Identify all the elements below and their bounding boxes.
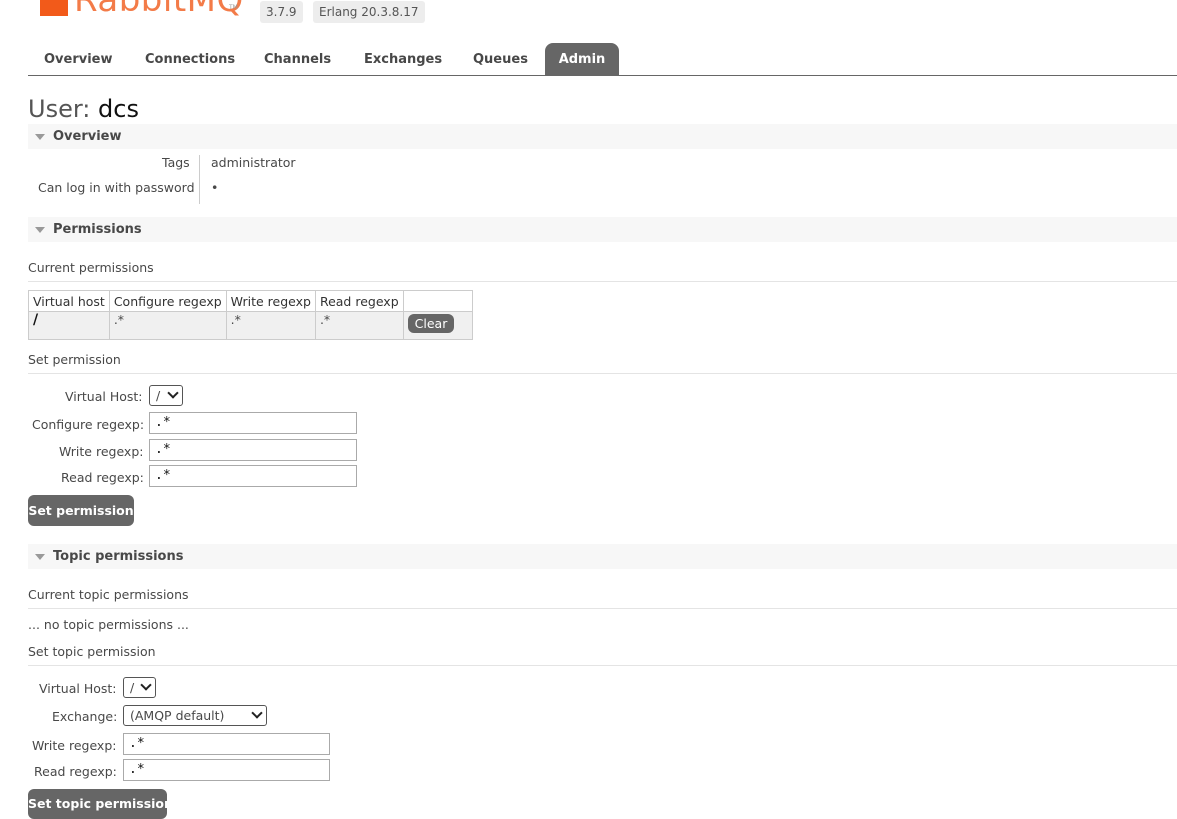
topic-vhost-select-value: / — [130, 680, 135, 695]
set-topic-permission-button[interactable]: Set topic permission — [28, 789, 173, 819]
column-header-vhost: Virtual host — [28, 290, 110, 312]
collapse-triangle-icon — [35, 227, 45, 233]
vhost-select-value: / — [156, 388, 161, 403]
tab-overview[interactable]: Overview — [44, 43, 113, 75]
read-regexp-input[interactable]: .* — [149, 465, 357, 487]
topic-read-regexp-label: Read regexp: — [34, 764, 117, 779]
column-header-read: Read regexp — [314, 290, 404, 312]
login-value: • — [211, 180, 219, 195]
current-topic-permissions-heading: Current topic permissions — [28, 587, 1177, 609]
column-header-action — [402, 290, 473, 312]
login-label: Can log in with password — [38, 180, 195, 195]
tags-label: Tags — [162, 155, 190, 170]
tab-admin[interactable]: Admin — [545, 43, 619, 75]
set-topic-permission-heading: Set topic permission — [28, 644, 1177, 666]
chevron-down-icon — [140, 679, 152, 691]
permissions-table: Virtual host Configure regexp Write rege… — [28, 290, 473, 340]
overview-section-header[interactable]: Overview — [28, 124, 1177, 149]
topic-vhost-select[interactable]: / — [123, 677, 156, 698]
rabbitmq-logo-icon — [40, 0, 68, 16]
set-permission-button[interactable]: Set permission — [28, 495, 134, 526]
tab-exchanges[interactable]: Exchanges — [364, 43, 442, 75]
permissions-section-header[interactable]: Permissions — [28, 217, 1177, 242]
chevron-down-icon — [251, 707, 263, 719]
topic-permissions-section-title: Topic permissions — [53, 549, 184, 564]
current-permissions-heading: Current permissions — [28, 260, 1177, 282]
page-title-prefix: User: — [28, 95, 91, 123]
topic-vhost-label: Virtual Host: — [39, 681, 117, 696]
tags-value: administrator — [211, 155, 296, 170]
topic-write-regexp-label: Write regexp: — [32, 738, 117, 753]
exchange-select-value: (AMQP default) — [130, 708, 225, 723]
collapse-triangle-icon — [35, 134, 45, 140]
page-title-username: dcs — [98, 95, 139, 123]
table-header-row: Virtual host Configure regexp Write rege… — [28, 290, 473, 312]
column-header-configure: Configure regexp — [108, 290, 227, 312]
erlang-version-badge: Erlang 20.3.8.17 — [313, 1, 425, 23]
vhost-select[interactable]: / — [149, 385, 183, 406]
configure-regexp-label: Configure regexp: — [32, 417, 145, 432]
write-regexp-label: Write regexp: — [59, 444, 144, 459]
read-regexp-label: Read regexp: — [61, 470, 144, 485]
topic-write-regexp-input[interactable]: .* — [123, 733, 330, 755]
exchange-label: Exchange: — [52, 709, 118, 724]
overview-divider — [199, 155, 200, 204]
cell-configure: .* — [108, 311, 227, 340]
clear-permission-button[interactable]: Clear — [407, 314, 455, 333]
cell-read: .* — [314, 311, 404, 340]
vhost-label: Virtual Host: — [65, 389, 143, 404]
tab-connections[interactable]: Connections — [145, 43, 235, 75]
column-header-write: Write regexp — [225, 290, 316, 312]
chevron-down-icon — [167, 387, 179, 399]
cell-action: Clear — [402, 311, 473, 340]
write-regexp-input[interactable]: .* — [149, 439, 357, 461]
version-badge: 3.7.9 — [260, 1, 303, 23]
permissions-section-title: Permissions — [53, 222, 142, 237]
topic-read-regexp-input[interactable]: .* — [123, 759, 330, 781]
overview-section-title: Overview — [53, 129, 122, 144]
main-nav-tabs: Overview Connections Channels Exchanges … — [28, 43, 1177, 76]
no-topic-permissions-text: ... no topic permissions ... — [28, 617, 189, 632]
tab-queues[interactable]: Queues — [473, 43, 528, 75]
topic-permissions-section-header[interactable]: Topic permissions — [28, 544, 1177, 569]
set-permission-heading: Set permission — [28, 352, 1177, 374]
logo-text: RabbitMQ — [74, 0, 244, 20]
table-row: / .* .* .* Clear — [28, 311, 473, 340]
cell-vhost: / — [28, 311, 110, 340]
tab-channels[interactable]: Channels — [264, 43, 331, 75]
page-title: User: dcs — [28, 95, 139, 123]
logo-trademark: TM — [229, 4, 238, 11]
configure-regexp-input[interactable]: .* — [149, 412, 357, 434]
cell-write: .* — [225, 311, 316, 340]
collapse-triangle-icon — [35, 554, 45, 560]
exchange-select[interactable]: (AMQP default) — [123, 705, 267, 726]
